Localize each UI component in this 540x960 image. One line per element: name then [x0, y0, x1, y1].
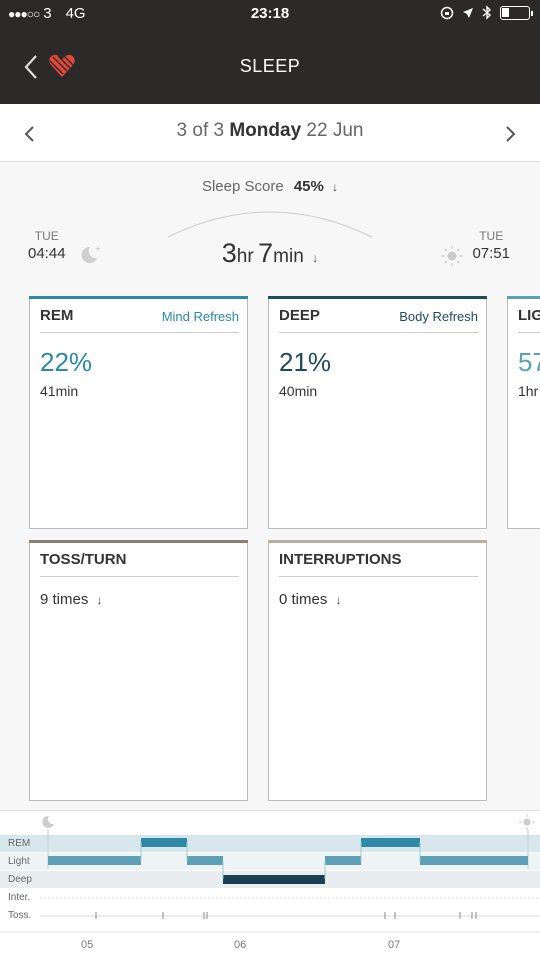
date-label: 3 of 3 Monday 22 Jun	[0, 120, 540, 142]
toss-trend-icon: ↓	[96, 593, 103, 607]
rem-card-title: REM	[40, 307, 74, 324]
deep-card[interactable]: DEEP Body Refresh 21% 40min	[268, 296, 487, 529]
toss-turn-value: 9 times ↓	[40, 591, 103, 608]
duration-minutes: 7	[258, 238, 274, 268]
sleep-arc	[167, 211, 373, 238]
interruptions-count: 0 times	[279, 591, 328, 608]
sun-icon	[442, 246, 462, 266]
sleep-score-value: 45%	[293, 178, 324, 195]
interruptions-title: INTERRUPTIONS	[279, 551, 402, 568]
light-duration: 1hr	[518, 383, 539, 399]
timeline-row-interruptions: Inter.	[8, 892, 31, 903]
timeline-row-deep: Deep	[8, 874, 32, 885]
sleep-timeline: REM Light Deep Inter. Toss. 05 06 07	[0, 810, 540, 960]
rotation-lock-icon	[440, 6, 454, 19]
duration-hours-unit: hr	[236, 246, 254, 267]
date-navigation: 3 of 3 Monday 22 Jun	[0, 104, 540, 162]
wake-time-value: 07:51	[472, 245, 510, 262]
location-arrow-icon	[463, 7, 473, 18]
timeline-row-rem: REM	[8, 838, 31, 849]
light-card-title: LIG	[518, 307, 540, 324]
timeline-hour-label: 05	[81, 939, 94, 951]
timeline-row-toss: Toss.	[8, 910, 32, 921]
rem-card[interactable]: REM Mind Refresh 22% 41min	[29, 296, 248, 529]
trend-down-icon: ↓	[332, 180, 339, 194]
interruptions-value: 0 times ↓	[279, 591, 342, 608]
timeline-hour-label: 06	[234, 939, 247, 951]
next-day-icon[interactable]	[498, 120, 522, 148]
top-bar: ●●●○○ 3 4G 23:18 SLEEP	[0, 0, 540, 104]
sleep-score-label: Sleep Score	[201, 178, 284, 195]
hypnogram	[0, 829, 540, 933]
light-percentage: 57	[518, 347, 540, 377]
deep-duration: 40min	[279, 383, 318, 399]
deep-card-tag: Body Refresh	[399, 309, 478, 324]
rem-percentage: 22%	[40, 347, 93, 377]
bluetooth-icon	[482, 5, 492, 20]
deep-card-title: DEEP	[279, 307, 320, 324]
light-card[interactable]: LIG 57 1hr	[507, 296, 540, 529]
toss-turn-card[interactable]: TOSS/TURN 9 times ↓	[29, 540, 248, 801]
wake-time: TUE 07:51	[472, 229, 510, 262]
duration-hours: 3	[221, 238, 237, 268]
record-position: 3 of 3	[176, 120, 225, 141]
sleep-score: Sleep Score 45% ↓	[0, 178, 540, 195]
deep-percentage: 21%	[279, 347, 332, 377]
toss-turn-title: TOSS/TURN	[40, 551, 127, 568]
interruptions-card[interactable]: INTERRUPTIONS 0 times ↓	[268, 540, 487, 801]
rem-duration: 41min	[40, 383, 79, 399]
status-bar: ●●●○○ 3 4G 23:18	[0, 0, 540, 28]
timeline-hour-label: 07	[388, 939, 401, 951]
wake-day: TUE	[479, 229, 504, 243]
interruptions-trend-icon: ↓	[335, 593, 342, 607]
duration-minutes-unit: min	[273, 246, 304, 267]
date-text: 22 Jun	[306, 120, 364, 141]
page-title: SLEEP	[239, 56, 301, 76]
toss-turn-count: 9 times	[40, 591, 89, 608]
rem-card-tag: Mind Refresh	[161, 309, 239, 324]
duration-trend-icon: ↓	[312, 251, 319, 265]
weekday: Monday	[229, 120, 302, 141]
timeline-row-light: Light	[8, 856, 30, 867]
battery-icon	[500, 5, 533, 20]
